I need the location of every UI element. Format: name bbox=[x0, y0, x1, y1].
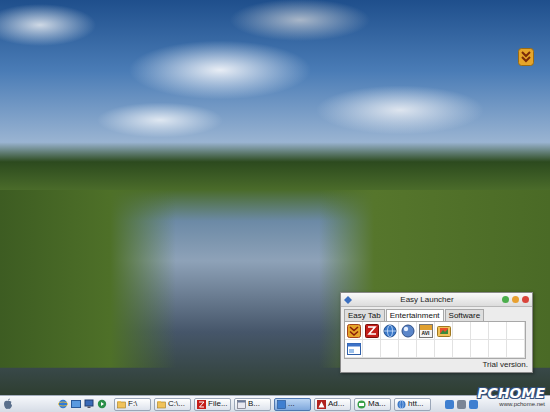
system-tray bbox=[445, 400, 478, 409]
mail-icon bbox=[357, 400, 366, 409]
close-button[interactable] bbox=[522, 296, 529, 303]
task-button[interactable]: B... bbox=[234, 398, 271, 411]
app-slot bbox=[507, 322, 525, 340]
task-button[interactable]: Ad... bbox=[314, 398, 351, 411]
internet-explorer-icon[interactable] bbox=[58, 399, 68, 409]
task-label: File... bbox=[208, 399, 228, 409]
watermark-url: www.pchome.net bbox=[499, 401, 545, 408]
tab[interactable]: Software bbox=[445, 309, 485, 321]
desktop: Easy Launcher Easy TabEntertainmentSoftwa… bbox=[0, 0, 550, 412]
app-slot bbox=[453, 322, 471, 340]
window-title: Easy Launcher bbox=[352, 295, 502, 305]
watermark: PCHOMEwww.pchome.net bbox=[477, 385, 545, 408]
app-slot[interactable]: AVI bbox=[417, 322, 435, 340]
tab[interactable]: Entertainment bbox=[386, 309, 444, 321]
task-label: F:\ bbox=[128, 399, 137, 409]
app-slot bbox=[489, 340, 507, 358]
folder-icon bbox=[157, 400, 166, 409]
tab[interactable]: Easy Tab bbox=[344, 309, 385, 321]
adobe-icon bbox=[317, 400, 326, 409]
minimize-button[interactable] bbox=[512, 296, 519, 303]
media-player-icon[interactable] bbox=[97, 399, 107, 409]
picture-folder-icon bbox=[437, 324, 451, 338]
app-slot bbox=[381, 340, 399, 358]
app-slot[interactable] bbox=[345, 340, 363, 358]
file-type-badge: AVI bbox=[422, 330, 430, 336]
show-desktop-icon[interactable] bbox=[71, 399, 81, 409]
taskbar: F:\ C:\... File... B...... Ad... Ma... htt... bbox=[0, 395, 550, 412]
task-label: Ad... bbox=[328, 399, 344, 409]
app-slot bbox=[471, 340, 489, 358]
video-file-icon: AVI bbox=[419, 324, 433, 338]
folder-icon bbox=[117, 400, 126, 409]
monitor-icon[interactable] bbox=[84, 399, 94, 409]
app-slot[interactable] bbox=[345, 322, 363, 340]
quick-launch bbox=[58, 399, 107, 409]
launcher-icon bbox=[344, 296, 352, 304]
tab-bar: Easy TabEntertainmentSoftware bbox=[341, 307, 532, 321]
task-label: B... bbox=[248, 399, 260, 409]
apple-menu-icon[interactable] bbox=[3, 398, 13, 410]
task-label: ... bbox=[288, 399, 295, 409]
filezilla-icon bbox=[197, 400, 206, 409]
network-icon[interactable] bbox=[445, 400, 454, 409]
globe-icon bbox=[397, 400, 406, 409]
watermark-logo: PCHOME bbox=[477, 385, 545, 401]
maximize-button[interactable] bbox=[502, 296, 509, 303]
download-icon[interactable] bbox=[518, 48, 534, 66]
globe-icon bbox=[383, 324, 397, 338]
download-icon bbox=[347, 324, 361, 338]
task-label: Ma... bbox=[368, 399, 386, 409]
wallpaper: Easy Launcher Easy TabEntertainmentSoftwa… bbox=[0, 0, 550, 395]
app-slot[interactable] bbox=[363, 322, 381, 340]
app-slot bbox=[399, 340, 417, 358]
task-button[interactable]: F:\ bbox=[114, 398, 151, 411]
app-slot bbox=[417, 340, 435, 358]
task-button[interactable]: ... bbox=[274, 398, 311, 411]
task-button[interactable]: C:\... bbox=[154, 398, 191, 411]
task-button[interactable]: htt... bbox=[394, 398, 431, 411]
easy-launcher-window[interactable]: Easy Launcher Easy TabEntertainmentSoftwa… bbox=[340, 292, 533, 373]
task-label: htt... bbox=[408, 399, 424, 409]
app-grid: AVI bbox=[344, 321, 526, 359]
app-slot bbox=[453, 340, 471, 358]
volume-icon[interactable] bbox=[457, 400, 466, 409]
title-bar[interactable]: Easy Launcher bbox=[341, 293, 532, 307]
app-slot bbox=[363, 340, 381, 358]
media-ball-icon bbox=[401, 324, 415, 338]
status-text: Trial version. bbox=[341, 359, 532, 372]
window-controls bbox=[502, 296, 529, 303]
app-slot bbox=[471, 322, 489, 340]
task-button[interactable]: File... bbox=[194, 398, 231, 411]
app-slot bbox=[489, 322, 507, 340]
task-label: C:\... bbox=[168, 399, 185, 409]
task-button[interactable]: Ma... bbox=[354, 398, 391, 411]
app-slot bbox=[435, 340, 453, 358]
browser-icon bbox=[237, 400, 246, 409]
filezilla-icon bbox=[365, 324, 379, 338]
tray-app-icon[interactable] bbox=[469, 400, 478, 409]
app-slot[interactable] bbox=[399, 322, 417, 340]
app-slot bbox=[507, 340, 525, 358]
task-list: F:\ C:\... File... B...... Ad... Ma... htt... bbox=[114, 398, 431, 411]
window-icon bbox=[347, 342, 361, 356]
app-slot[interactable] bbox=[435, 322, 453, 340]
application-icon bbox=[277, 400, 286, 409]
app-slot[interactable] bbox=[381, 322, 399, 340]
